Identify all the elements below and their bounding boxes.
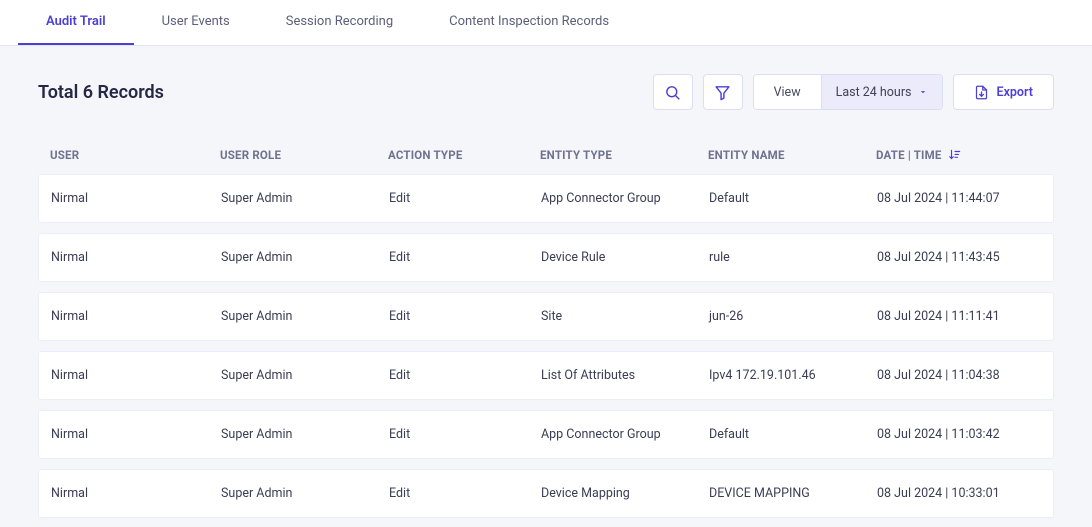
cell-user: Nirmal — [51, 427, 221, 442]
cell-entity_type: List Of Attributes — [541, 368, 709, 383]
tab-content-inspection[interactable]: Content Inspection Records — [421, 0, 637, 45]
table-row[interactable]: NirmalSuper AdminEditDevice MappingDEVIC… — [38, 469, 1054, 518]
cell-user: Nirmal — [51, 486, 221, 501]
content-area: Total 6 Records View Last 24 hours — [0, 46, 1092, 518]
cell-datetime: 08 Jul 2024 | 11:03:42 — [877, 427, 1041, 442]
cell-action: Edit — [389, 427, 541, 442]
view-label: View — [754, 75, 821, 109]
table-row[interactable]: NirmalSuper AdminEditApp Connector Group… — [38, 410, 1054, 459]
cell-role: Super Admin — [221, 486, 389, 501]
export-icon — [974, 85, 989, 100]
table-row[interactable]: NirmalSuper AdminEditDevice Rulerule08 J… — [38, 233, 1054, 282]
export-label: Export — [997, 85, 1033, 100]
col-datetime[interactable]: DATE | TIME — [876, 148, 1042, 162]
table-row[interactable]: NirmalSuper AdminEditSitejun-2608 Jul 20… — [38, 292, 1054, 341]
cell-entity_name: DEVICE MAPPING — [709, 486, 877, 501]
filter-icon — [714, 84, 731, 101]
tab-label: Session Recording — [286, 14, 393, 29]
cell-role: Super Admin — [221, 427, 389, 442]
cell-datetime: 08 Jul 2024 | 11:04:38 — [877, 368, 1041, 383]
cell-action: Edit — [389, 368, 541, 383]
table-row[interactable]: NirmalSuper AdminEditApp Connector Group… — [38, 174, 1054, 223]
cell-entity_type: App Connector Group — [541, 191, 709, 206]
cell-entity_type: Device Rule — [541, 250, 709, 265]
sort-icon — [948, 148, 962, 162]
tab-label: Audit Trail — [46, 14, 106, 29]
cell-user: Nirmal — [51, 250, 221, 265]
cell-entity_type: App Connector Group — [541, 427, 709, 442]
cell-role: Super Admin — [221, 250, 389, 265]
tab-user-events[interactable]: User Events — [134, 0, 258, 45]
col-role[interactable]: USER ROLE — [220, 148, 388, 162]
tab-label: Content Inspection Records — [449, 14, 609, 29]
audit-table: USER USER ROLE ACTION TYPE ENTITY TYPE E… — [38, 134, 1054, 518]
cell-action: Edit — [389, 250, 541, 265]
table-body: NirmalSuper AdminEditApp Connector Group… — [38, 174, 1054, 518]
cell-action: Edit — [389, 486, 541, 501]
view-range-segment: View Last 24 hours — [753, 74, 943, 110]
table-row[interactable]: NirmalSuper AdminEditList Of AttributesI… — [38, 351, 1054, 400]
cell-datetime: 08 Jul 2024 | 11:11:41 — [877, 309, 1041, 324]
cell-entity_name: rule — [709, 250, 877, 265]
cell-entity_name: Default — [709, 191, 877, 206]
search-icon — [664, 84, 681, 101]
cell-entity_name: Default — [709, 427, 877, 442]
controls: View Last 24 hours Export — [653, 74, 1054, 110]
cell-role: Super Admin — [221, 191, 389, 206]
cell-user: Nirmal — [51, 191, 221, 206]
chevron-down-icon — [918, 87, 928, 97]
cell-user: Nirmal — [51, 309, 221, 324]
col-user[interactable]: USER — [50, 148, 220, 162]
cell-role: Super Admin — [221, 368, 389, 383]
tabs-bar: Audit Trail User Events Session Recordin… — [0, 0, 1092, 46]
search-button[interactable] — [653, 74, 693, 110]
cell-entity_name: Ipv4 172.19.101.46 — [709, 368, 877, 383]
table-header: USER USER ROLE ACTION TYPE ENTITY TYPE E… — [38, 134, 1054, 174]
cell-entity_name: jun-26 — [709, 309, 877, 324]
cell-datetime: 08 Jul 2024 | 11:44:07 — [877, 191, 1041, 206]
range-dropdown[interactable]: Last 24 hours — [821, 75, 942, 109]
cell-role: Super Admin — [221, 309, 389, 324]
cell-datetime: 08 Jul 2024 | 10:33:01 — [877, 486, 1041, 501]
tab-session-recording[interactable]: Session Recording — [258, 0, 421, 45]
tab-audit-trail[interactable]: Audit Trail — [18, 0, 134, 45]
col-entity-name[interactable]: ENTITY NAME — [708, 148, 876, 162]
cell-user: Nirmal — [51, 368, 221, 383]
col-entity-type[interactable]: ENTITY TYPE — [540, 148, 708, 162]
col-action[interactable]: ACTION TYPE — [388, 148, 540, 162]
cell-action: Edit — [389, 309, 541, 324]
range-label: Last 24 hours — [836, 85, 912, 100]
tab-label: User Events — [162, 14, 230, 29]
page-title: Total 6 Records — [38, 82, 164, 103]
cell-datetime: 08 Jul 2024 | 11:43:45 — [877, 250, 1041, 265]
cell-entity_type: Device Mapping — [541, 486, 709, 501]
export-button[interactable]: Export — [953, 74, 1054, 110]
top-row: Total 6 Records View Last 24 hours — [38, 74, 1054, 110]
filter-button[interactable] — [703, 74, 743, 110]
cell-action: Edit — [389, 191, 541, 206]
cell-entity_type: Site — [541, 309, 709, 324]
